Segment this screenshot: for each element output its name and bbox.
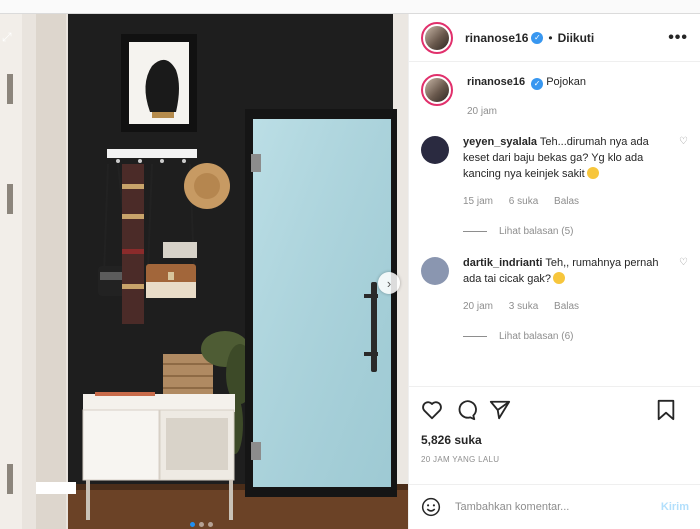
comment-meta: 20 jam 3 suka Balas [463, 299, 673, 315]
view-replies-label[interactable]: Lihat balasan (6) [499, 331, 574, 342]
comment-meta: 15 jam 6 suka Balas [463, 194, 673, 210]
heart-icon[interactable] [421, 399, 443, 421]
comment-username[interactable]: yeyen_syalala [463, 136, 537, 148]
add-comment-bar: Kirim [409, 484, 700, 529]
follow-status-button[interactable]: Diikuti [558, 31, 595, 45]
more-options-button[interactable]: ••• [668, 29, 688, 47]
emoji-icon[interactable] [421, 497, 441, 517]
avatar[interactable] [421, 74, 453, 106]
comment-input[interactable] [455, 501, 661, 513]
reply-button[interactable]: Balas [554, 196, 579, 207]
post-timestamp: 20 JAM YANG LALU [421, 455, 500, 464]
separator: • [548, 30, 553, 45]
caption-meta: 20 jam [467, 104, 688, 120]
post-actions: 5,826 suka 20 JAM YANG LALU [409, 386, 700, 464]
share-icon[interactable] [489, 399, 511, 421]
view-replies-label[interactable]: Lihat balasan (5) [499, 226, 574, 237]
carousel-dot [190, 522, 195, 527]
likes-count[interactable]: 5,826 suka [421, 433, 689, 447]
list-item: dartik_indrianti Teh,, rumahnya pernah a… [421, 255, 688, 315]
carousel-dot [208, 522, 213, 527]
caption-time: 20 jam [467, 106, 498, 117]
verified-icon: ✓ [531, 31, 544, 44]
comment-username[interactable]: dartik_indrianti [463, 257, 542, 269]
expand-icon: ⤢ [2, 30, 12, 44]
comment-icon[interactable] [455, 399, 477, 421]
divider [463, 336, 487, 337]
comment-likes[interactable]: 6 suka [509, 196, 538, 207]
comment-time: 20 jam [463, 301, 494, 312]
post-header: rinanose16 ✓ • Diikuti ••• [409, 14, 700, 62]
avatar[interactable] [421, 21, 453, 54]
post-details-pane: rinanose16 ✓ • Diikuti ••• rinanose16 ✓ … [408, 14, 700, 529]
view-replies-button[interactable]: Lihat balasan (5) [463, 226, 688, 237]
post-comment-button[interactable]: Kirim [661, 501, 689, 513]
caption: rinanose16 ✓ Pojokan 20 jam [421, 74, 688, 120]
room-illustration [0, 14, 408, 529]
view-replies-button[interactable]: Lihat balasan (6) [463, 331, 688, 342]
action-icons [421, 397, 689, 423]
avatar[interactable] [421, 257, 449, 285]
caption-text: Pojokan [546, 76, 586, 88]
comments-list[interactable]: rinanose16 ✓ Pojokan 20 jam yeyen_syalal… [409, 62, 700, 382]
chevron-right-icon[interactable]: › [378, 272, 400, 294]
heart-icon[interactable]: ♡ [679, 136, 688, 147]
worried-emoji-icon [553, 272, 566, 284]
reply-button[interactable]: Balas [554, 301, 579, 312]
post-photo[interactable]: ⤢ › [0, 14, 408, 529]
bookmark-icon[interactable] [655, 399, 677, 421]
heart-icon[interactable]: ♡ [679, 257, 688, 268]
verified-icon: ✓ [531, 78, 544, 90]
grimace-emoji-icon [586, 167, 599, 179]
list-item: yeyen_syalala Teh...dirumah nya ada kese… [421, 134, 688, 210]
avatar[interactable] [421, 136, 449, 164]
divider [463, 231, 487, 232]
header-username[interactable]: rinanose16 [465, 31, 528, 45]
caption-username[interactable]: rinanose16 [467, 76, 525, 88]
comment-likes[interactable]: 3 suka [509, 301, 538, 312]
comment-time: 15 jam [463, 196, 494, 207]
carousel-dot [199, 522, 204, 527]
carousel-dots [190, 522, 213, 527]
